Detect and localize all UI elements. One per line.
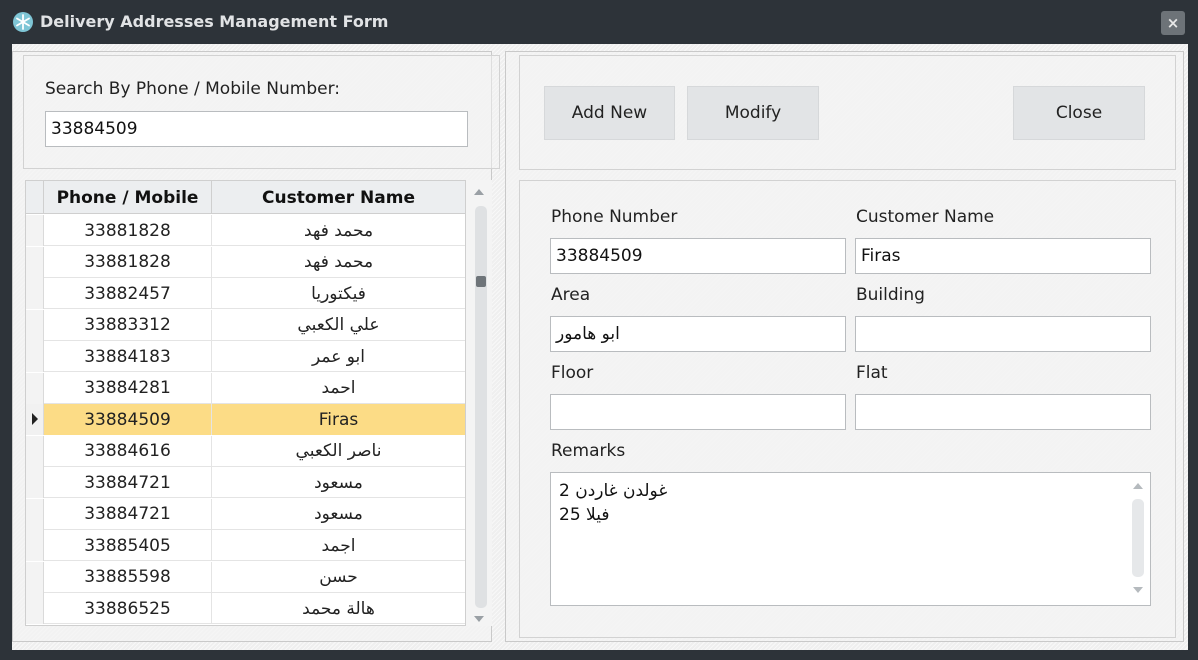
remarks-textarea[interactable]: غولدن غاردن 2 فيلا 25 (550, 472, 1151, 606)
table-row[interactable]: 33881828 محمد فهد (26, 215, 465, 246)
cell-customer-name[interactable]: اجمد (212, 530, 465, 561)
cell-phone[interactable]: 33884721 (44, 467, 212, 498)
current-row-pointer-icon (32, 413, 38, 425)
cell-customer-name[interactable]: فيكتوريا (212, 278, 465, 309)
flat-field[interactable] (855, 394, 1151, 430)
cell-customer-name[interactable]: حسن (212, 562, 465, 593)
phone-number-field[interactable]: 33884509 (550, 238, 846, 274)
cell-phone[interactable]: 33884509 (44, 404, 212, 435)
cell-phone[interactable]: 33885405 (44, 530, 212, 561)
phone-number-label: Phone Number (551, 207, 678, 227)
cell-phone[interactable]: 33884183 (44, 341, 212, 372)
window-close-button[interactable]: × (1161, 11, 1185, 35)
table-row[interactable]: 33884721 مسعود (26, 467, 465, 498)
table-row[interactable]: 33886525 هالة محمد (26, 593, 465, 624)
row-header[interactable] (26, 215, 44, 246)
building-label: Building (856, 285, 925, 305)
row-header[interactable] (26, 246, 44, 278)
scroll-up-arrow-icon[interactable] (474, 189, 484, 195)
customer-name-field[interactable]: Firas (855, 238, 1151, 274)
row-header[interactable] (26, 372, 44, 404)
cell-customer-name[interactable]: علي الكعبي (212, 310, 465, 341)
cell-customer-name[interactable]: Firas (212, 404, 465, 435)
cell-customer-name[interactable]: احمد (212, 373, 465, 404)
grid-header: Phone / Mobile Customer Name (26, 181, 465, 214)
row-header[interactable] (26, 593, 44, 624)
table-row[interactable]: 33884616 ناصر الكعبي (26, 435, 465, 467)
row-header[interactable] (26, 404, 44, 435)
form-client-area: Search By Phone / Mobile Number: 3388450… (12, 44, 1188, 650)
remarks-label: Remarks (551, 441, 626, 461)
remarks-scroll-track[interactable] (1132, 499, 1144, 577)
close-button[interactable]: Close (1013, 86, 1145, 140)
cell-phone[interactable]: 33884616 (44, 435, 212, 467)
table-row[interactable]: 33884183 ابو عمر (26, 341, 465, 372)
snowflake-icon (13, 12, 33, 32)
table-row[interactable]: 33885405 اجمد (26, 530, 465, 561)
row-header[interactable] (26, 498, 44, 530)
search-label: Search By Phone / Mobile Number: (45, 79, 341, 99)
cell-phone[interactable]: 33883312 (44, 309, 212, 341)
customer-name-label: Customer Name (856, 207, 995, 227)
search-input[interactable]: 33884509 (45, 111, 468, 147)
cell-customer-name[interactable]: ناصر الكعبي (212, 436, 465, 467)
modify-button[interactable]: Modify (687, 86, 819, 140)
cell-customer-name[interactable]: محمد فهد (212, 215, 465, 246)
cell-customer-name[interactable]: مسعود (212, 467, 465, 498)
window-title: Delivery Addresses Management Form (40, 12, 389, 31)
row-header[interactable] (26, 561, 44, 593)
row-header[interactable] (26, 309, 44, 341)
flat-label: Flat (856, 363, 888, 383)
table-row[interactable]: 33884721 مسعود (26, 498, 465, 530)
area-label: Area (551, 285, 591, 305)
column-header-phone[interactable]: Phone / Mobile (44, 181, 212, 214)
scroll-down-arrow-icon[interactable] (474, 616, 484, 622)
scroll-track[interactable] (475, 206, 487, 608)
table-row[interactable]: 33884281 احمد (26, 372, 465, 404)
row-header-corner (26, 181, 44, 214)
grid-vertical-scrollbar[interactable] (466, 180, 492, 626)
remarks-scroll-up-arrow-icon[interactable] (1133, 483, 1143, 489)
table-row[interactable]: 33881828 محمد فهد (26, 246, 465, 278)
table-row[interactable]: 33885598 حسن (26, 561, 465, 593)
row-header[interactable] (26, 435, 44, 467)
cell-phone[interactable]: 33886525 (44, 593, 212, 624)
floor-field[interactable] (550, 394, 846, 430)
building-field[interactable] (855, 316, 1151, 352)
cell-phone[interactable]: 33885598 (44, 561, 212, 593)
area-field[interactable]: ابو هامور (550, 316, 846, 352)
remarks-line-1: غولدن غاردن 2 (559, 481, 668, 501)
cell-phone[interactable]: 33882457 (44, 278, 212, 309)
remarks-line-2: فيلا 25 (559, 505, 610, 525)
cell-phone[interactable]: 33884281 (44, 372, 212, 404)
table-row[interactable]: 33883312 علي الكعبي (26, 309, 465, 341)
customer-grid: Phone / Mobile Customer Name 33881828 محم… (25, 180, 466, 626)
title-bar: Delivery Addresses Management Form × (0, 0, 1198, 44)
scroll-thumb[interactable] (476, 276, 486, 287)
table-row[interactable]: 33884509 Firas (26, 404, 465, 435)
cell-phone[interactable]: 33881828 (44, 246, 212, 278)
row-header[interactable] (26, 278, 44, 309)
cell-phone[interactable]: 33884721 (44, 498, 212, 530)
row-header[interactable] (26, 530, 44, 561)
cell-customer-name[interactable]: مسعود (212, 499, 465, 530)
cell-customer-name[interactable]: ابو عمر (212, 341, 465, 372)
floor-label: Floor (551, 363, 594, 383)
remarks-scroll-down-arrow-icon[interactable] (1133, 587, 1143, 593)
row-header[interactable] (26, 467, 44, 498)
table-row[interactable]: 33882457 فيكتوريا (26, 278, 465, 309)
cell-customer-name[interactable]: محمد فهد (212, 247, 465, 278)
column-header-customer-name[interactable]: Customer Name (212, 181, 465, 214)
remarks-scrollbar[interactable] (1126, 473, 1150, 605)
add-new-button[interactable]: Add New (544, 86, 675, 140)
row-header[interactable] (26, 341, 44, 372)
cell-customer-name[interactable]: هالة محمد (212, 593, 465, 624)
cell-phone[interactable]: 33881828 (44, 215, 212, 246)
